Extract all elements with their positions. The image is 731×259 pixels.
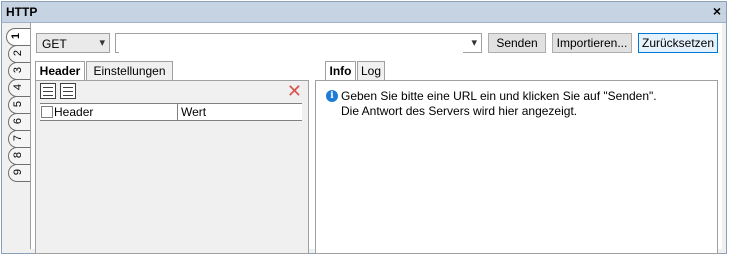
title-bar: HTTP × [2, 2, 726, 23]
column-header-name: Header [54, 105, 94, 119]
info-message-line-2: Die Antwort des Servers wird hier angeze… [341, 104, 578, 118]
request-tab-1[interactable]: 1 [6, 28, 30, 46]
request-content: GET ▾ ▾ Senden Importieren... Zurücksetz… [30, 23, 722, 254]
column-header-value: Wert [181, 105, 207, 119]
request-tab-9[interactable]: 9 [8, 164, 30, 182]
request-tab-3[interactable]: 3 [8, 62, 30, 80]
reset-button[interactable]: Zurücksetzen [638, 33, 718, 53]
method-select[interactable]: GET ▾ [36, 33, 110, 53]
response-panel: i Geben Sie bitte eine URL ein und klick… [315, 80, 718, 254]
url-field[interactable]: ▾ [115, 33, 482, 53]
append-row-icon[interactable] [40, 83, 56, 99]
header-grid: Header Wert [40, 103, 302, 121]
insert-row-icon[interactable] [60, 83, 76, 99]
request-tab-4[interactable]: 4 [8, 79, 30, 97]
header-panel: ✕ Header Wert [35, 80, 309, 254]
header-toolbar: ✕ [40, 81, 302, 102]
delete-row-icon[interactable]: ✕ [287, 81, 302, 102]
request-tab-2[interactable]: 2 [8, 45, 30, 63]
import-button[interactable]: Importieren... [552, 33, 632, 53]
column-divider[interactable] [177, 104, 178, 120]
close-icon[interactable]: × [713, 3, 721, 19]
tab-header[interactable]: Header [35, 61, 85, 81]
info-message-line-1: Geben Sie bitte eine URL ein und klicken… [341, 89, 657, 103]
chevron-down-icon: ▾ [99, 37, 105, 49]
chevron-down-icon[interactable]: ▾ [471, 36, 477, 49]
request-tab-6[interactable]: 6 [8, 113, 30, 131]
request-tab-8[interactable]: 8 [8, 147, 30, 165]
tab-info[interactable]: Info [325, 61, 356, 81]
http-window: HTTP × 1 2 3 4 5 6 7 8 9 GET ▾ ▾ Senden … [1, 1, 727, 254]
select-all-checkbox[interactable] [41, 106, 53, 118]
tab-settings[interactable]: Einstellungen [86, 61, 173, 81]
info-icon: i [326, 90, 338, 102]
request-tab-5[interactable]: 5 [8, 96, 30, 114]
request-tabs: 1 2 3 4 5 6 7 8 9 [4, 28, 30, 193]
send-button[interactable]: Senden [488, 33, 546, 53]
tab-log[interactable]: Log [357, 61, 385, 81]
window-title: HTTP [6, 5, 38, 19]
request-tab-7[interactable]: 7 [8, 130, 30, 148]
method-value: GET [42, 37, 67, 51]
url-input[interactable] [119, 35, 463, 53]
